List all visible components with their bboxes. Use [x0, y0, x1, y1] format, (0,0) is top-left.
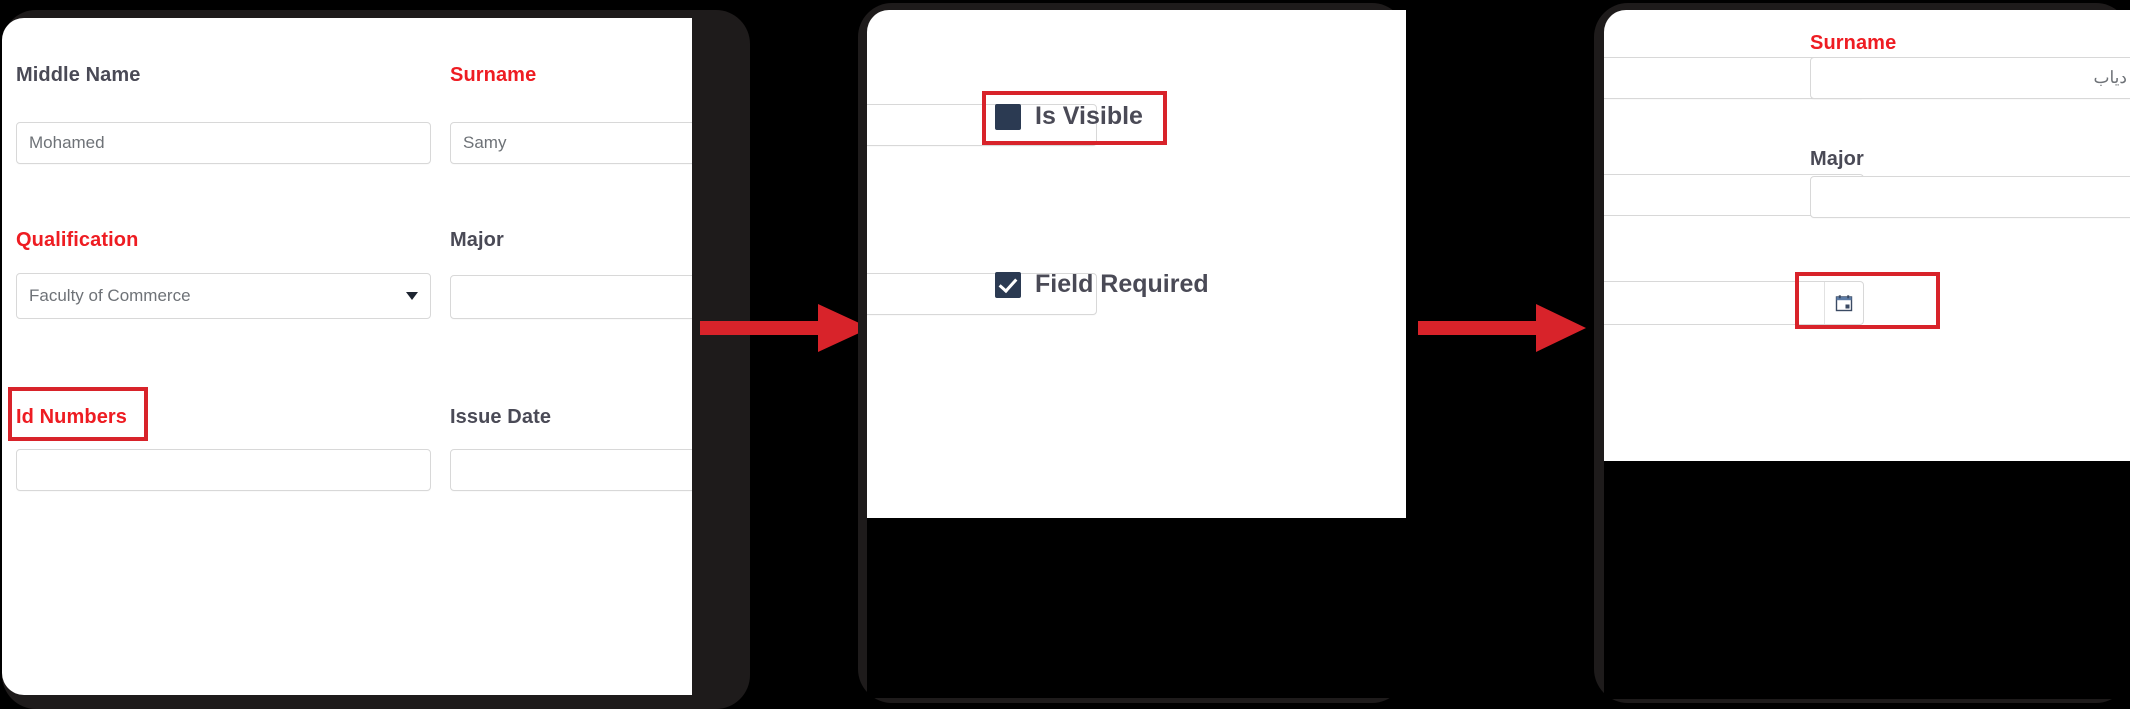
label-major-right: Major: [1810, 148, 1864, 170]
input-major[interactable]: [450, 275, 692, 319]
label-qualification: Qualification: [16, 229, 139, 251]
label-middle-name: Middle Name: [16, 64, 141, 86]
label-issue-date: Issue Date: [450, 406, 552, 428]
checkbox-label-field-required: Field Required: [1035, 270, 1209, 298]
input-middle-name-value: Mohamed: [29, 133, 105, 152]
input-surname[interactable]: Samy: [450, 122, 692, 164]
checkmark-checkbox-icon[interactable]: [995, 271, 1021, 298]
input-middle-name[interactable]: Mohamed: [16, 122, 431, 164]
panel-middle-lower-black: [867, 518, 1406, 698]
panel-middle-card: Is Visible Field Required: [867, 10, 1406, 518]
screenshot-stage: Middle Name Mohamed Surname Samy Qualifi…: [0, 0, 2130, 709]
flow-arrow-2: [1418, 300, 1588, 356]
input-id-numbers[interactable]: [16, 449, 431, 491]
panel-right-lower-black: [1604, 461, 2130, 699]
input-surname-value: Samy: [463, 133, 507, 152]
input-surname-arabic-value: دياب: [2093, 68, 2128, 87]
checkbox-row-field-required[interactable]: Field Required: [995, 270, 1209, 299]
input-issue-date[interactable]: [450, 449, 692, 491]
highlight-is-visible: [982, 91, 1167, 145]
select-qualification[interactable]: Faculty of Commerce: [16, 273, 431, 319]
input-surname-arabic[interactable]: دياب: [1810, 57, 2130, 99]
date-input-field[interactable]: [1604, 282, 1824, 324]
highlight-missing-field: [1795, 272, 1940, 329]
flow-arrow-1: [700, 300, 872, 356]
panel-left-card: Middle Name Mohamed Surname Samy Qualifi…: [2, 18, 692, 695]
label-surname-arabic: Surname: [1810, 32, 1897, 54]
select-qualification-value: Faculty of Commerce: [29, 286, 191, 305]
highlight-id-numbers: [8, 387, 148, 441]
label-major: Major: [450, 229, 504, 251]
panel-right-card: Surname دياب Major: [1604, 10, 2130, 461]
label-surname: Surname: [450, 64, 537, 86]
chevron-down-icon[interactable]: [406, 292, 418, 300]
input-major-right[interactable]: [1810, 176, 2130, 218]
